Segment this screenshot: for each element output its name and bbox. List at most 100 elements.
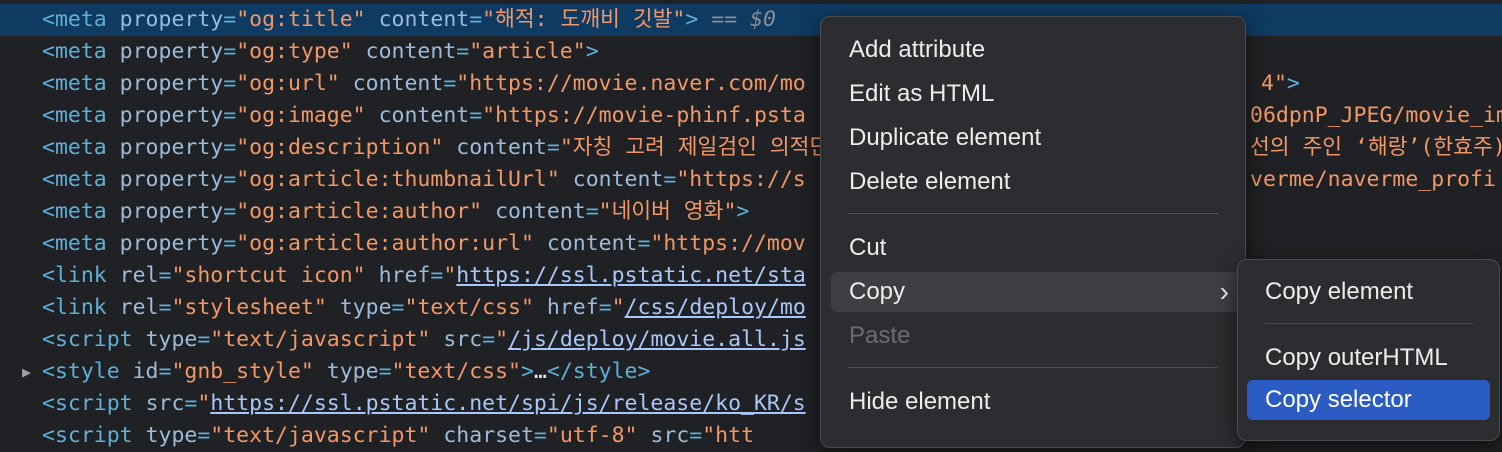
cut-item[interactable]: Cut	[831, 228, 1243, 268]
code-token: =	[637, 231, 651, 256]
code-token[interactable]: https://ssl.pstatic.net/sta	[456, 263, 806, 288]
line-content: <style id="gnb_style" type="text/css">…<…	[42, 356, 650, 388]
dom-node-og-image[interactable]: <meta property="og:image" content="https…	[0, 100, 1502, 132]
code-token: =	[223, 39, 237, 64]
code-token: >	[585, 39, 599, 64]
code-token: 선의 주인 ‘해랑’(한효주).	[1250, 135, 1502, 160]
code-token: =	[158, 295, 172, 320]
code-token: rel	[119, 263, 159, 288]
delete-element-item[interactable]: Delete element	[831, 162, 1243, 202]
code-token: =	[223, 167, 237, 192]
context-menu: Add attribute Edit as HTML Duplicate ele…	[820, 16, 1246, 448]
add-attribute-item[interactable]: Add attribute	[831, 30, 1243, 70]
menu-separator	[848, 367, 1218, 368]
code-token[interactable]: /js/deploy/movie.all.js	[508, 327, 806, 352]
code-token: >	[685, 7, 699, 32]
code-token: =	[469, 103, 483, 128]
code-token: content	[495, 199, 586, 224]
code-token: "shortcut icon"	[171, 263, 366, 288]
code-token: "stylesheet"	[171, 295, 327, 320]
code-token: >	[736, 199, 750, 224]
code-token: "article"	[469, 39, 586, 64]
code-token: =	[469, 7, 483, 32]
line-overflow: 06dpnP_JPEG/movie_im	[1250, 100, 1502, 132]
code-token: "htt	[702, 423, 755, 448]
code-token: href	[378, 263, 431, 288]
code-token: <meta	[42, 135, 120, 160]
code-token: =	[223, 199, 237, 224]
code-token: =	[482, 327, 496, 352]
code-token: "text/css"	[391, 359, 521, 384]
code-token: =	[197, 327, 211, 352]
dom-node-og-description[interactable]: <meta property="og:description" content=…	[0, 132, 1502, 164]
code-token[interactable]: https://ssl.pstatic.net/spi/js/release/k…	[210, 391, 805, 416]
edit-as-html-item[interactable]: Edit as HTML	[831, 74, 1243, 114]
line-content: <meta property="og:description" content=…	[42, 132, 829, 164]
code-token: =	[197, 423, 211, 448]
dom-node-og-author-url[interactable]: <meta property="og:article:author:url" c…	[0, 228, 1502, 260]
code-token: =	[184, 391, 198, 416]
code-token: property	[119, 7, 224, 32]
dom-node-og-url[interactable]: <meta property="og:url" content="https:/…	[0, 68, 1502, 100]
code-token: "https://mov	[650, 231, 806, 256]
code-token: <script	[42, 327, 146, 352]
code-token: =	[223, 135, 237, 160]
copy-element-item[interactable]: Copy element	[1247, 272, 1490, 312]
code-token: "gnb_style"	[171, 359, 314, 384]
dom-node-og-type[interactable]: <meta property="og:type" content="articl…	[0, 36, 1502, 68]
duplicate-element-item[interactable]: Duplicate element	[831, 118, 1243, 158]
hide-element-item[interactable]: Hide element	[831, 382, 1243, 422]
code-token: …	[533, 359, 547, 384]
code-token: property	[119, 231, 224, 256]
code-token: "https://movie-phinf.psta	[482, 103, 806, 128]
code-token: <link	[42, 295, 120, 320]
copy-item[interactable]: Copy ›	[831, 272, 1243, 312]
caret-right-icon[interactable]: ▶	[22, 356, 31, 388]
code-token: "	[611, 295, 625, 320]
code-token: "og:article:author:url"	[236, 231, 534, 256]
line-content: <meta property="og:article:author:url" c…	[42, 228, 806, 260]
code-token: <link	[42, 263, 120, 288]
code-token: id	[132, 359, 159, 384]
code-token: >	[520, 359, 534, 384]
code-token: =	[533, 423, 547, 448]
code-token: "네이버 영화"	[598, 199, 737, 224]
code-token: =	[223, 231, 237, 256]
code-token: type	[145, 423, 198, 448]
code-token: =	[158, 263, 172, 288]
code-token: "og:description"	[236, 135, 444, 160]
copy-submenu: Copy element Copy outerHTML Copy selecto…	[1237, 259, 1500, 441]
code-token: >	[1286, 71, 1300, 96]
code-token: property	[119, 39, 224, 64]
code-token: "text/css"	[404, 295, 534, 320]
code-token: <style	[42, 359, 133, 384]
line-content: <meta property="og:image" content="https…	[42, 100, 806, 132]
code-token: =	[158, 359, 172, 384]
code-token: =	[663, 167, 677, 192]
copy-selector-item[interactable]: Copy selector	[1247, 380, 1490, 420]
code-token: content	[572, 167, 664, 192]
dom-node-og-author[interactable]: <meta property="og:article:author" conte…	[0, 196, 1502, 228]
code-token: <script	[42, 391, 146, 416]
code-token: content	[365, 39, 457, 64]
code-token: =	[430, 263, 444, 288]
code-token: property	[119, 199, 224, 224]
code-token: <script	[42, 423, 146, 448]
code-token: =	[689, 423, 703, 448]
code-token: <meta	[42, 71, 120, 96]
code-token: verme/naverme_profi	[1250, 167, 1496, 192]
code-token: "https://movie.naver.com/mo	[456, 71, 806, 96]
copy-outerhtml-item[interactable]: Copy outerHTML	[1247, 338, 1490, 378]
code-token[interactable]: /css/deploy/mo	[625, 295, 806, 320]
dom-node-og-thumbnail[interactable]: <meta property="og:article:thumbnailUrl"…	[0, 164, 1502, 196]
dom-node-og-title[interactable]: <meta property="og:title" content="해적: 도…	[0, 4, 1502, 36]
copy-item-label: Copy	[849, 278, 906, 305]
code-token: src	[145, 391, 185, 416]
